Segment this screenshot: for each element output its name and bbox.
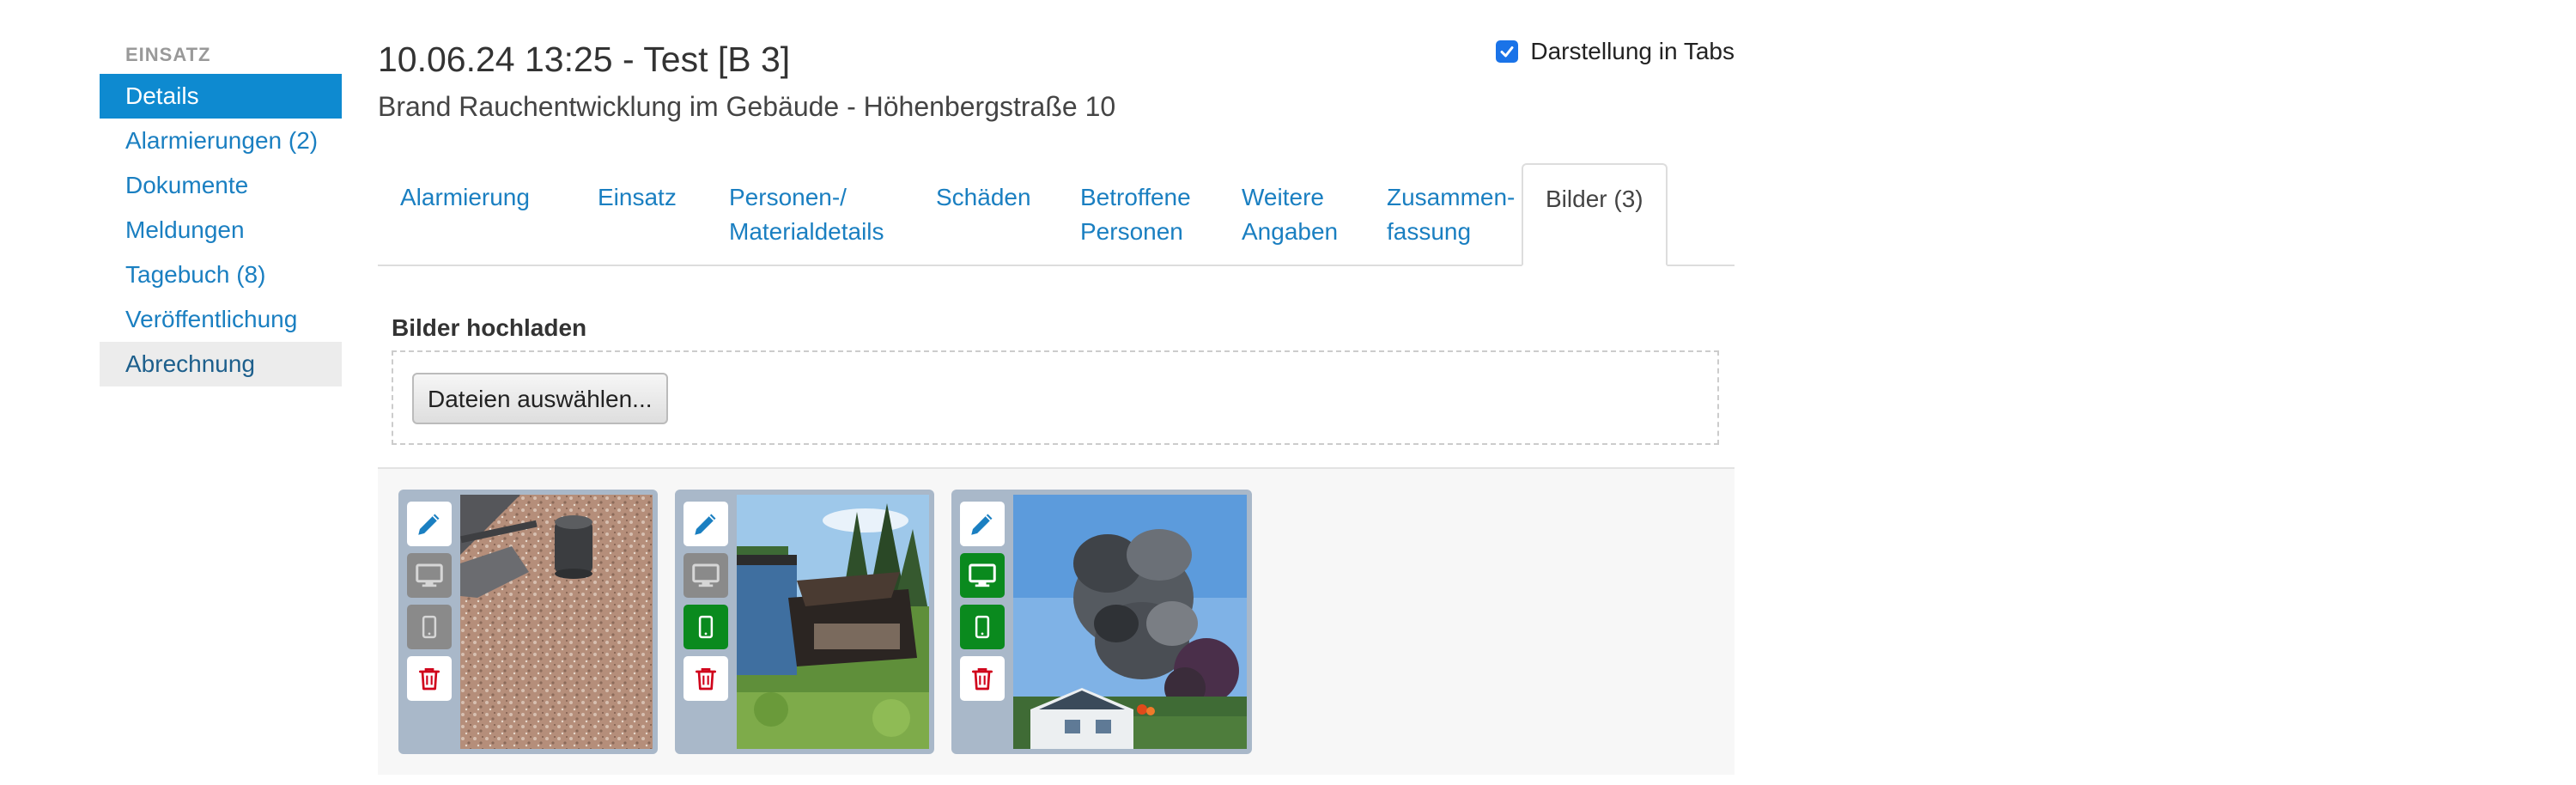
tab-label: Zusammen- — [1387, 184, 1516, 210]
monitor-icon — [692, 563, 720, 587]
tab-label-line2: Materialdetails — [729, 218, 884, 245]
sidebar-item-veroeffentlichung[interactable]: Veröffentlichung — [100, 297, 342, 342]
toggle-mobile-button[interactable] — [407, 605, 452, 649]
tab-zusammenfassung[interactable]: Zusammen- fassung — [1364, 163, 1537, 265]
sidebar-item-tagebuch[interactable]: Tagebuch (8) — [100, 253, 342, 297]
tab-weitere-angaben[interactable]: Weitere Angaben — [1219, 163, 1360, 265]
tabs-checkbox[interactable] — [1496, 40, 1519, 63]
thumbnail-graphic — [460, 495, 653, 749]
phone-icon — [422, 615, 437, 639]
monitor-icon — [969, 563, 996, 587]
trash-icon — [972, 668, 993, 691]
pencil-icon — [695, 514, 716, 535]
tab-betroffene-personen[interactable]: Betroffene Personen — [1058, 163, 1213, 265]
image-card — [675, 490, 934, 754]
tab-label: Alarmierung — [400, 184, 530, 210]
trash-icon — [696, 668, 716, 691]
thumbnail-graphic — [737, 495, 929, 749]
sidebar: EINSATZ Details Alarmierungen (2) Dokume… — [100, 45, 342, 386]
sidebar-item-details[interactable]: Details — [100, 74, 342, 119]
tabs-toggle-label: Darstellung in Tabs — [1530, 38, 1735, 64]
tab-label-line2: Angaben — [1242, 218, 1339, 245]
check-icon — [1500, 46, 1514, 58]
phone-icon — [975, 615, 990, 639]
phone-icon — [698, 615, 714, 639]
delete-image-button[interactable] — [407, 656, 452, 701]
tab-label-line2: Personen — [1080, 218, 1183, 245]
thumbnail-graphic — [1013, 495, 1247, 749]
image-thumbnail[interactable] — [737, 495, 929, 749]
tab-label-line2: fassung — [1387, 218, 1472, 245]
tab-label: Schäden — [936, 184, 1031, 210]
tab-label: Personen-/ — [729, 184, 847, 210]
sidebar-item-alarmierungen[interactable]: Alarmierungen (2) — [100, 119, 342, 163]
toggle-desktop-button[interactable] — [960, 553, 1005, 598]
image-thumbnail[interactable] — [1013, 495, 1247, 749]
edit-image-button[interactable] — [407, 502, 452, 546]
sidebar-item-abrechnung[interactable]: Abrechnung — [100, 342, 342, 386]
main-content: 10.06.24 13:25 - Test [B 3] Brand Rauche… — [378, 34, 1735, 775]
sidebar-heading: EINSATZ — [125, 44, 211, 65]
tab-einsatz[interactable]: Einsatz — [575, 163, 699, 265]
toggle-mobile-button[interactable] — [960, 605, 1005, 649]
upload-label: Bilder hochladen — [392, 314, 587, 341]
sidebar-item-meldungen[interactable]: Meldungen — [100, 208, 342, 253]
tabs-display-toggle[interactable]: Darstellung in Tabs — [1496, 34, 1735, 69]
toggle-desktop-button[interactable] — [407, 553, 452, 598]
tab-personen-materialdetails[interactable]: Personen-/ Materialdetails — [707, 163, 907, 265]
toggle-mobile-button[interactable] — [683, 605, 728, 649]
tab-bar: Alarmierung Einsatz Personen-/ Materiald… — [378, 163, 1735, 266]
pencil-icon — [971, 514, 993, 535]
image-gallery — [378, 467, 1735, 775]
tab-alarmierung[interactable]: Alarmierung — [378, 163, 552, 265]
page-subtitle: Brand Rauchentwicklung im Gebäude - Höhe… — [378, 91, 1116, 122]
pencil-icon — [418, 514, 440, 535]
tab-label: Betroffene — [1080, 184, 1191, 210]
trash-icon — [419, 668, 440, 691]
image-card — [398, 490, 658, 754]
tab-bilder[interactable]: Bilder (3) — [1522, 163, 1668, 266]
tab-label: Einsatz — [598, 184, 677, 210]
delete-image-button[interactable] — [960, 656, 1005, 701]
delete-image-button[interactable] — [683, 656, 728, 701]
choose-files-button[interactable]: Dateien auswählen... — [412, 373, 668, 424]
toggle-desktop-button[interactable] — [683, 553, 728, 598]
image-thumbnail[interactable] — [460, 495, 653, 749]
tab-label: Bilder (3) — [1546, 186, 1643, 212]
image-card — [951, 490, 1252, 754]
edit-image-button[interactable] — [960, 502, 1005, 546]
sidebar-item-dokumente[interactable]: Dokumente — [100, 163, 342, 208]
upload-dropzone[interactable]: Dateien auswählen... — [392, 350, 1719, 445]
tab-label: Weitere — [1242, 184, 1324, 210]
monitor-icon — [416, 563, 443, 587]
tab-schaeden[interactable]: Schäden — [914, 163, 1054, 265]
edit-image-button[interactable] — [683, 502, 728, 546]
